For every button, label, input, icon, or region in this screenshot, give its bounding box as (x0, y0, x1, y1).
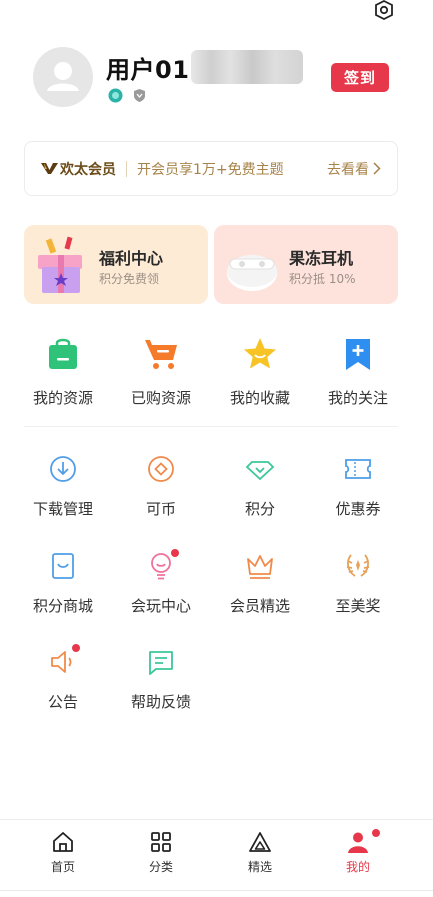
grid-label: 至美奖 (335, 597, 381, 615)
username-blur-mask (191, 50, 304, 84)
triangle-icon (249, 832, 271, 852)
grid-item-my-follows[interactable]: 我的关注 (309, 336, 407, 420)
grid-item-points[interactable]: 积分 (211, 454, 309, 538)
tab-label: 首页 (50, 860, 75, 874)
gift-box-icon (38, 236, 82, 293)
coin-icon (148, 456, 174, 482)
bottom-divider (0, 890, 433, 891)
chevron-right-icon (373, 162, 381, 175)
vip-name: 欢太会员 (60, 161, 116, 178)
section-divider (24, 426, 398, 427)
grid-item-my-favorites[interactable]: 我的收藏 (211, 336, 309, 420)
star-icon (244, 338, 276, 369)
welfare-center-card[interactable]: 福利中心 积分免费领 (24, 225, 208, 304)
grid-label: 下载管理 (32, 500, 93, 518)
grid-item-points-mall[interactable]: 积分商城 (14, 551, 112, 635)
grid-label: 我的收藏 (229, 389, 290, 407)
notification-dot (72, 644, 80, 652)
default-avatar-icon (47, 62, 79, 91)
grid-item-help-feedback[interactable]: 帮助反馈 (112, 647, 210, 731)
ticket-icon (345, 459, 371, 479)
download-icon (50, 456, 76, 482)
tab-category[interactable]: 分类 (126, 830, 196, 880)
grid-item-announcements[interactable]: 公告 (14, 644, 112, 731)
grid-item-beauty-award[interactable]: 至美奖 (309, 551, 407, 635)
vip-cta-label: 去看看 (327, 161, 369, 178)
vip-promo-text: 开会员享1万+免费主题 (137, 161, 284, 178)
tab-label: 我的 (345, 860, 370, 874)
earphone-case-icon (227, 255, 277, 291)
grid-item-purchased-resources[interactable]: 已购资源 (112, 336, 210, 420)
card-title: 果冻耳机 (289, 249, 354, 268)
card-subtitle: 积分免费领 (99, 272, 160, 286)
vip-shield-icon[interactable] (132, 88, 147, 103)
home-icon (53, 832, 73, 852)
grid-item-member-picks[interactable]: 会员精选 (211, 551, 309, 635)
diamond-icon (245, 461, 275, 481)
laurel-icon (346, 554, 370, 577)
shopping-bag-icon (49, 338, 77, 369)
grid-label: 我的资源 (32, 389, 93, 407)
grid-label: 我的关注 (327, 389, 388, 407)
grid-item-my-resources[interactable]: 我的资源 (14, 336, 112, 420)
crown-icon (247, 555, 273, 579)
vip-banner[interactable]: 欢太会员 开会员享1万+免费主题 去看看 (24, 141, 398, 196)
bottom-tab-bar: 首页 分类 精选 我的 (0, 819, 433, 891)
grid-label: 会玩中心 (130, 597, 191, 615)
tab-label: 精选 (247, 860, 272, 874)
vip-cta[interactable]: 去看看 (327, 159, 381, 179)
jelly-earphone-card[interactable]: 果冻耳机 积分抵 10% (214, 225, 398, 304)
tab-mine[interactable]: 我的 (323, 829, 393, 880)
cart-icon (145, 340, 177, 369)
level-badge-icon[interactable] (108, 88, 123, 103)
username: 用户01 (106, 55, 190, 84)
grid-label: 公告 (47, 693, 78, 711)
grid-item-coupons[interactable]: 优惠券 (309, 454, 407, 538)
grid-label: 会员精选 (229, 597, 290, 615)
bookmark-plus-icon (346, 339, 370, 370)
settings-icon (375, 0, 393, 21)
grid-label: 可币 (145, 500, 176, 518)
tab-home[interactable]: 首页 (28, 830, 98, 880)
profile-header: 用户01 签到 (33, 45, 398, 109)
mall-icon (52, 553, 74, 579)
notification-dot (372, 829, 380, 837)
grid-label: 帮助反馈 (130, 693, 191, 711)
grid-label: 已购资源 (130, 389, 191, 407)
card-title: 福利中心 (99, 249, 164, 268)
vip-logo-icon (41, 163, 58, 174)
tab-featured[interactable]: 精选 (225, 830, 295, 880)
notification-dot (171, 549, 179, 557)
checkin-button[interactable]: 签到 (331, 63, 389, 92)
tab-label: 分类 (148, 860, 173, 874)
grid-label: 积分商城 (32, 597, 93, 615)
card-subtitle: 积分抵 10% (289, 272, 356, 286)
vip-divider (126, 160, 127, 177)
grid-label: 积分 (244, 500, 275, 518)
grid-item-coins[interactable]: 可币 (112, 454, 210, 538)
settings-button[interactable] (371, 0, 397, 22)
grid-item-download-manager[interactable]: 下载管理 (14, 454, 112, 538)
person-icon (348, 832, 368, 853)
grid-label: 优惠券 (335, 500, 381, 518)
grid-icon (151, 832, 171, 852)
message-icon (149, 651, 173, 675)
avatar[interactable] (33, 47, 93, 107)
grid-item-play-center[interactable]: 会玩中心 (112, 549, 210, 635)
